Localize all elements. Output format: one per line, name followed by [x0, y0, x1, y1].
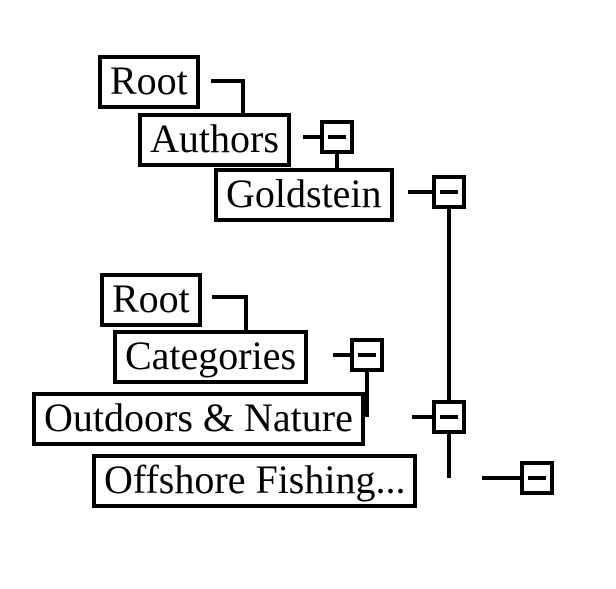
tree2-offshore-node[interactable]: Offshore Fishing... [92, 454, 417, 508]
tree2-outdoors-toggle[interactable] [432, 400, 466, 434]
tree1-authors-node[interactable]: Authors [138, 113, 291, 167]
tree2-offshore-toggle[interactable] [520, 461, 554, 495]
tree2-categories-toggle[interactable] [350, 338, 384, 372]
tree1-goldstein-node[interactable]: Goldstein [214, 168, 394, 222]
tree2-outdoors-node[interactable]: Outdoors & Nature [32, 392, 365, 446]
tree1-authors-toggle[interactable] [320, 120, 354, 154]
tree1-root-node: Root [98, 55, 200, 109]
tree1-goldstein-toggle[interactable] [432, 175, 466, 209]
tree2-categories-node[interactable]: Categories [113, 330, 308, 384]
tree2-root-node: Root [100, 273, 202, 327]
